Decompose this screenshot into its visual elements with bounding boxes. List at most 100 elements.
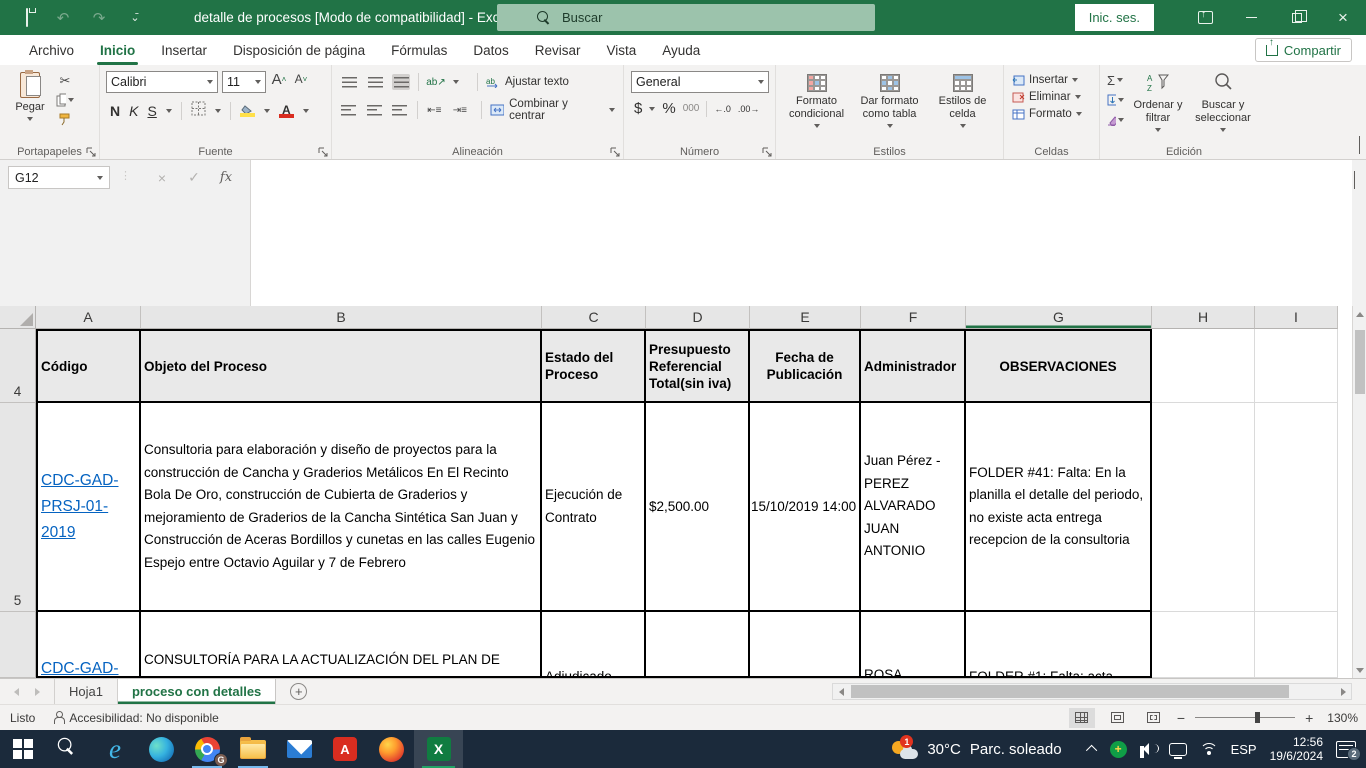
cell-b5[interactable]: Consultoria para elaboración y diseño de… — [141, 403, 542, 612]
zoom-out-icon[interactable]: − — [1177, 710, 1185, 726]
font-color-icon[interactable]: A — [279, 105, 294, 118]
row-header-5[interactable]: 5 — [0, 403, 36, 612]
align-bottom-icon[interactable] — [392, 74, 410, 90]
tab-inicio[interactable]: Inicio — [87, 35, 148, 65]
sheet-tab-proceso-con-detalles[interactable]: proceso con detalles — [118, 679, 276, 704]
align-center-icon[interactable] — [366, 102, 384, 118]
minimize-button[interactable] — [1228, 0, 1274, 35]
tab-insertar[interactable]: Insertar — [148, 35, 220, 65]
orientation-icon[interactable]: ab↗ — [427, 74, 445, 90]
restore-button[interactable] — [1274, 0, 1320, 35]
formula-input[interactable] — [250, 160, 1352, 306]
zoom-slider-thumb[interactable] — [1255, 712, 1260, 723]
grow-font-icon[interactable]: A˄ — [270, 71, 288, 87]
underline-button[interactable]: S — [147, 103, 156, 119]
tab-formulas[interactable]: Fórmulas — [378, 35, 460, 65]
copy-icon[interactable] — [56, 92, 74, 108]
currency-options-icon[interactable] — [649, 107, 655, 111]
cell-b6[interactable]: CONSULTORÍA PARA LA ACTUALIZACIÓN DEL PL… — [141, 612, 542, 678]
add-sheet-icon[interactable]: + — [290, 683, 307, 700]
codigo-link[interactable]: CDC-GAD-PRSJ-01-2019 — [41, 468, 136, 546]
align-top-icon[interactable] — [340, 74, 358, 90]
insert-function-icon[interactable]: fx — [212, 166, 240, 189]
format-cells-button[interactable]: Formato — [1012, 108, 1091, 120]
underline-options-icon[interactable] — [166, 109, 172, 113]
column-header-c[interactable]: C — [542, 306, 646, 329]
file-explorer-button[interactable] — [230, 730, 276, 768]
bold-button[interactable]: N — [110, 103, 120, 119]
volume-icon[interactable] — [1140, 742, 1156, 756]
clipboard-dialog-launcher[interactable] — [86, 147, 96, 157]
cell-c4[interactable]: Estado del Proceso — [542, 329, 646, 403]
horizontal-scrollbar[interactable] — [832, 683, 1352, 700]
ribbon-display-options-button[interactable] — [1182, 0, 1228, 35]
scroll-down-icon[interactable] — [1353, 662, 1366, 678]
cell-h5[interactable] — [1152, 403, 1255, 612]
internet-explorer-button[interactable]: e — [92, 730, 138, 768]
number-dialog-launcher[interactable] — [762, 147, 772, 157]
sheet-prev-icon[interactable] — [14, 688, 19, 696]
align-right-icon[interactable] — [391, 102, 409, 118]
font-name-select[interactable]: Calibri — [106, 71, 218, 93]
tray-expand-icon[interactable] — [1086, 745, 1097, 756]
delete-cells-button[interactable]: Eliminar — [1012, 91, 1091, 103]
customize-qat-icon[interactable]: ⌄̄ — [124, 11, 146, 24]
cell-g4[interactable]: OBSERVACIONES — [966, 329, 1152, 403]
cell-e5[interactable]: 15/10/2019 14:00 — [750, 403, 861, 612]
sheet-tab-hoja1[interactable]: Hoja1 — [55, 679, 118, 704]
search-box[interactable]: Buscar — [497, 4, 875, 31]
chrome-button[interactable]: G — [184, 730, 230, 768]
zoom-slider[interactable] — [1195, 717, 1295, 719]
insert-cells-button[interactable]: Insertar — [1012, 74, 1091, 86]
fill-color-options-icon[interactable] — [264, 109, 270, 113]
paste-button[interactable]: Pegar — [4, 69, 56, 127]
column-header-b[interactable]: B — [141, 306, 542, 329]
cell-h6[interactable] — [1152, 612, 1255, 678]
page-break-view-button[interactable] — [1141, 708, 1167, 728]
column-header-h[interactable]: H — [1152, 306, 1255, 329]
cell-f4[interactable]: Administrador — [861, 329, 966, 403]
excel-button[interactable]: X — [414, 730, 463, 768]
percent-icon[interactable]: % — [662, 100, 675, 117]
cell-c6[interactable]: Adjudicado — [542, 612, 646, 678]
column-header-f[interactable]: F — [861, 306, 966, 329]
find-select-button[interactable]: Buscar y seleccionar — [1190, 69, 1256, 135]
tab-vista[interactable]: Vista — [593, 35, 649, 65]
row-header-6[interactable] — [0, 612, 36, 678]
column-header-d[interactable]: D — [646, 306, 750, 329]
sign-in-button[interactable]: Inic. ses. — [1075, 4, 1154, 31]
fill-icon[interactable] — [1106, 92, 1124, 108]
shrink-font-icon[interactable]: A˅ — [292, 71, 310, 87]
thousands-icon[interactable]: 000 — [683, 103, 700, 114]
taskbar-search-button[interactable] — [46, 730, 92, 768]
row-header-4[interactable]: 4 — [0, 329, 36, 403]
column-header-i[interactable]: I — [1255, 306, 1338, 329]
collapse-ribbon-icon[interactable] — [1359, 137, 1360, 155]
wifi-icon[interactable] — [1200, 743, 1218, 756]
decrease-indent-icon[interactable]: ⇤≡ — [426, 102, 444, 118]
firefox-button[interactable] — [368, 730, 414, 768]
align-middle-icon[interactable] — [366, 74, 384, 90]
antivirus-icon[interactable]: + — [1110, 741, 1127, 758]
clock[interactable]: 12:56 19/6/2024 — [1270, 735, 1323, 763]
redo-icon[interactable]: ↷ — [88, 9, 110, 27]
vertical-scrollbar[interactable] — [1352, 306, 1366, 678]
close-button[interactable]: × — [1320, 0, 1366, 35]
font-size-select[interactable]: 11 — [222, 71, 266, 93]
accessibility-status[interactable]: Accesibilidad: No disponible — [53, 711, 218, 725]
increase-decimal-icon[interactable]: ←.0 — [714, 104, 731, 114]
merge-center-button[interactable]: Combinar y centrar — [490, 98, 615, 122]
mail-button[interactable] — [276, 730, 322, 768]
language-indicator[interactable]: ESP — [1231, 742, 1257, 757]
conditional-formatting-button[interactable]: Formato condicional — [781, 71, 853, 131]
zoom-in-icon[interactable]: + — [1305, 710, 1313, 726]
cancel-icon[interactable]: × — [148, 166, 176, 189]
tab-revisar[interactable]: Revisar — [522, 35, 594, 65]
italic-button[interactable]: K — [129, 103, 138, 119]
cell-h4[interactable] — [1152, 329, 1255, 403]
decrease-decimal-icon[interactable]: .00→ — [738, 104, 760, 114]
autosum-icon[interactable]: Σ — [1106, 72, 1124, 88]
tab-disposicion[interactable]: Disposición de página — [220, 35, 378, 65]
fill-color-icon[interactable] — [240, 105, 255, 117]
share-button[interactable]: Compartir — [1255, 38, 1352, 62]
